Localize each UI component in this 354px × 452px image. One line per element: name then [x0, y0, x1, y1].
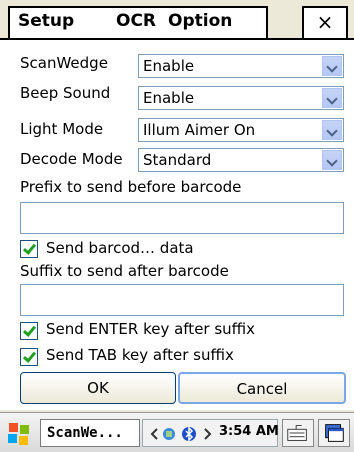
show-desktop-button[interactable]: [318, 419, 350, 447]
chevron-down-icon[interactable]: [322, 120, 342, 140]
prefix-input[interactable]: [20, 202, 344, 234]
cancel-button[interactable]: Cancel: [178, 372, 346, 404]
clock[interactable]: 3:54 AM: [219, 424, 279, 439]
tab-setup[interactable]: Setup: [18, 11, 74, 31]
chevron-right-icon[interactable]: [199, 426, 215, 442]
windows-flag-icon[interactable]: [6, 421, 34, 445]
beep-sound-select[interactable]: Enable: [138, 86, 344, 110]
chevron-down-icon[interactable]: [322, 88, 342, 108]
ok-button[interactable]: OK: [20, 372, 176, 404]
decode-mode-value: Standard: [143, 151, 212, 169]
beep-sound-value: Enable: [143, 89, 195, 107]
keyboard-button[interactable]: [282, 419, 314, 447]
taskbar: ScanWe... 3:54 AM: [0, 412, 354, 452]
scanwedge-label: ScanWedge: [20, 54, 108, 72]
send-enter-checkbox[interactable]: [20, 322, 38, 340]
settings-form: ScanWedge Enable Beep Sound Enable Light…: [0, 40, 354, 410]
menu-bar: Setup OCR Option ×: [0, 0, 354, 40]
scanwedge-value: Enable: [143, 57, 195, 75]
prefix-label: Prefix to send before barcode: [20, 178, 242, 196]
bluetooth-icon[interactable]: [181, 426, 197, 442]
send-tab-label: Send TAB key after suffix: [46, 346, 234, 364]
setup-dialog: Setup OCR Option × ScanWedge Enable Beep…: [0, 0, 354, 452]
task-button-scanwedge[interactable]: ScanWe...: [40, 419, 140, 447]
keyboard-icon: [287, 425, 307, 441]
suffix-label: Suffix to send after barcode: [20, 262, 229, 280]
scanwedge-select[interactable]: Enable: [138, 54, 344, 78]
send-barcode-label: Send barcod… data: [46, 239, 194, 257]
light-mode-value: Illum Aimer On: [143, 121, 256, 139]
system-tray: 3:54 AM: [142, 419, 279, 447]
light-mode-select[interactable]: Illum Aimer On: [138, 118, 344, 142]
tab-strip: Setup OCR Option: [8, 6, 268, 38]
chevron-down-icon[interactable]: [322, 150, 342, 170]
send-enter-label: Send ENTER key after suffix: [46, 320, 256, 338]
send-tab-checkbox[interactable]: [20, 348, 38, 366]
send-barcode-checkbox[interactable]: [20, 240, 38, 258]
light-mode-label: Light Mode: [20, 120, 104, 138]
tab-option[interactable]: Option: [168, 11, 232, 31]
decode-mode-label: Decode Mode: [20, 150, 123, 168]
beep-sound-label: Beep Sound: [20, 84, 111, 102]
tab-ocr[interactable]: OCR: [116, 11, 156, 31]
close-button[interactable]: ×: [302, 6, 348, 38]
windows-icon: [325, 424, 344, 442]
chevron-down-icon[interactable]: [322, 56, 342, 76]
network-icon[interactable]: [161, 426, 177, 442]
suffix-input[interactable]: [20, 284, 344, 316]
decode-mode-select[interactable]: Standard: [138, 148, 344, 172]
